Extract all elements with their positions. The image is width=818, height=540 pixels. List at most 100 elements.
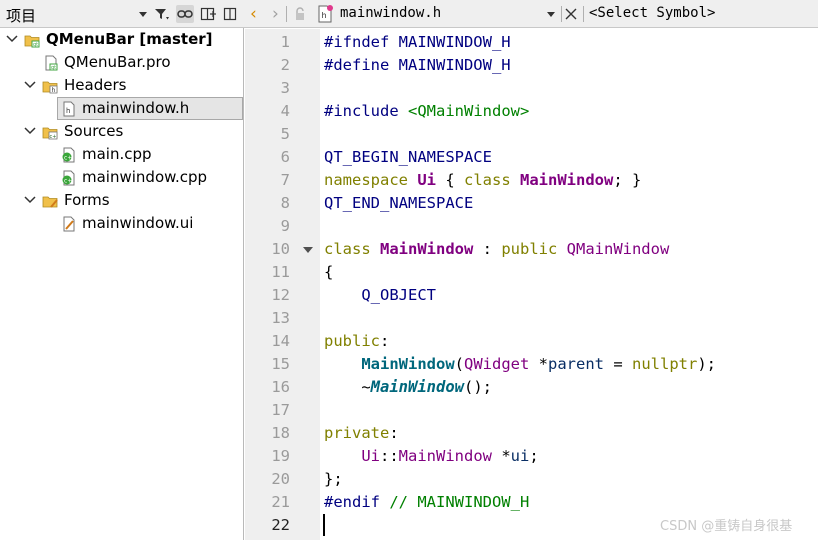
- line-number: 3: [280, 79, 290, 97]
- tree-item-label: mainwindow.ui: [82, 214, 194, 232]
- line-number: 11: [271, 263, 290, 281]
- code-token: // MAINWINDOW_H: [389, 493, 530, 511]
- close-icon[interactable]: [565, 8, 577, 20]
- chevron-down-icon[interactable]: [4, 28, 20, 51]
- code-token: #define MAINWINDOW_H: [324, 56, 511, 74]
- tree-item-project[interactable]: qt QMenuBar [master]: [0, 28, 243, 51]
- code-token: *: [529, 355, 548, 373]
- code-line[interactable]: {: [324, 261, 333, 284]
- code-token: namespace: [324, 171, 418, 189]
- svg-text:qt: qt: [51, 65, 56, 71]
- code-token: <QMainWindow>: [408, 102, 530, 120]
- tree-item-mainwindow-h[interactable]: h mainwindow.h: [0, 97, 243, 120]
- close-panel-icon[interactable]: [221, 5, 239, 23]
- chevron-down-icon[interactable]: [22, 120, 38, 143]
- code-line[interactable]: private:: [324, 422, 399, 445]
- code-line[interactable]: QT_END_NAMESPACE: [324, 192, 473, 215]
- svg-text:c+: c+: [64, 178, 72, 185]
- svg-text:h: h: [52, 87, 56, 94]
- tree-item-headers[interactable]: h Headers: [0, 74, 243, 97]
- ui-file-icon: [63, 216, 75, 232]
- lock-icon[interactable]: [294, 7, 306, 21]
- svg-text:h: h: [322, 11, 327, 20]
- code-token: Ui: [417, 171, 436, 189]
- line-number: 13: [271, 309, 290, 327]
- code-token: #include: [324, 102, 408, 120]
- code-line[interactable]: Ui::MainWindow *ui;: [324, 445, 539, 468]
- code-line[interactable]: #define MAINWINDOW_H: [324, 54, 511, 77]
- cpp-file-icon: c+: [62, 147, 75, 163]
- code-token: =: [604, 355, 632, 373]
- code-line[interactable]: MainWindow(QWidget *parent = nullptr);: [324, 353, 716, 376]
- tree-item-main-cpp[interactable]: c+ main.cpp: [0, 143, 243, 166]
- line-number: 21: [271, 493, 290, 511]
- line-number: 10: [271, 240, 290, 258]
- line-number: 5: [280, 125, 290, 143]
- back-arrow-icon[interactable]: ‹: [250, 4, 257, 24]
- code-token: MainWindow: [370, 378, 464, 396]
- chevron-down-icon[interactable]: [547, 12, 555, 17]
- tree-item-pro-file[interactable]: qt QMenuBar.pro: [0, 51, 243, 74]
- code-token: ;: [529, 447, 539, 465]
- line-number: 19: [271, 447, 290, 465]
- code-token: {: [436, 171, 464, 189]
- cpp-file-icon: c+: [62, 170, 75, 186]
- line-number: 6: [280, 148, 290, 166]
- code-line[interactable]: ~MainWindow();: [324, 376, 492, 399]
- code-line[interactable]: public:: [324, 330, 389, 353]
- filter-icon[interactable]: [152, 5, 170, 23]
- tree-item-mainwindow-ui[interactable]: mainwindow.ui: [0, 212, 243, 235]
- split-icon[interactable]: [199, 5, 217, 23]
- code-line[interactable]: };: [324, 468, 343, 491]
- chevron-down-icon[interactable]: [22, 74, 38, 97]
- code-token: );: [697, 355, 716, 373]
- tree-item-mainwindow-cpp[interactable]: c+ mainwindow.cpp: [0, 166, 243, 189]
- open-file-name[interactable]: mainwindow.h: [340, 5, 441, 21]
- symbol-selector[interactable]: <Select Symbol>: [589, 5, 715, 21]
- code-token: MainWindow: [361, 355, 455, 373]
- line-number: 18: [271, 424, 290, 442]
- tree-item-sources[interactable]: c+ Sources: [0, 120, 243, 143]
- tree-item-forms[interactable]: Forms: [0, 189, 243, 212]
- chevron-down-icon[interactable]: [139, 12, 147, 17]
- svg-text:c+: c+: [50, 134, 57, 140]
- line-number: 8: [280, 194, 290, 212]
- code-token: ~: [324, 378, 371, 396]
- svg-text:h: h: [66, 107, 70, 115]
- headers-folder-icon: h: [42, 81, 58, 94]
- tree-item-label: QMenuBar.pro: [64, 53, 171, 71]
- code-line[interactable]: #endif // MAINWINDOW_H: [324, 491, 529, 514]
- toolbar-divider: [583, 6, 584, 22]
- code-line[interactable]: #ifndef MAINWINDOW_H: [324, 31, 511, 54]
- line-number: 9: [280, 217, 290, 235]
- tree-item-label: Forms: [64, 191, 110, 209]
- watermark: CSDN @重铸自身很基: [660, 519, 793, 534]
- line-number: 4: [280, 102, 290, 120]
- line-number: 17: [271, 401, 290, 419]
- code-token: ::: [380, 447, 399, 465]
- tree-item-label: QMenuBar [master]: [46, 30, 213, 48]
- forward-arrow-icon[interactable]: ›: [272, 4, 279, 24]
- code-line[interactable]: Q_OBJECT: [324, 284, 436, 307]
- project-panel-toolbar: 项目: [0, 0, 244, 28]
- code-token: {: [324, 263, 334, 281]
- line-number: 20: [271, 470, 290, 488]
- code-line[interactable]: QT_BEGIN_NAMESPACE: [324, 146, 492, 169]
- panel-view-selector[interactable]: 项目: [6, 5, 36, 26]
- chevron-down-icon[interactable]: [22, 189, 38, 212]
- header-file-icon: h: [63, 101, 75, 117]
- code-line[interactable]: class MainWindow : public QMainWindow: [324, 238, 669, 261]
- line-number: 1: [280, 33, 290, 51]
- project-panel: 项目 qt QMenuBar [master] qt QMenuBar.pro: [0, 0, 244, 540]
- code-token: :: [380, 332, 390, 350]
- line-number: 16: [271, 378, 290, 396]
- code-line[interactable]: namespace Ui { class MainWindow; }: [324, 169, 641, 192]
- fold-marker-icon[interactable]: [303, 247, 313, 253]
- code-line[interactable]: #include <QMainWindow>: [324, 100, 529, 123]
- line-number: 12: [271, 286, 290, 304]
- code-token: (: [454, 355, 464, 373]
- code-token: MainWindow: [380, 240, 474, 258]
- line-number: 15: [271, 355, 290, 373]
- link-with-editor-icon[interactable]: [176, 5, 194, 23]
